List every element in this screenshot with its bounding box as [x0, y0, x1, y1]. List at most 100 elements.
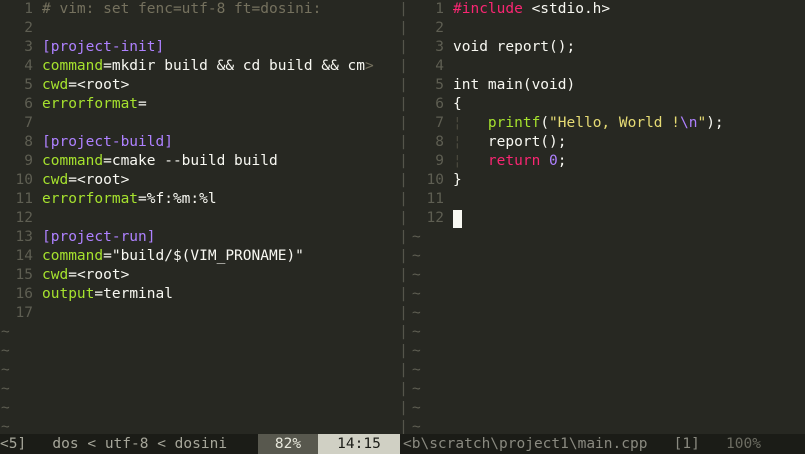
statusline-left-info: <5] dos < utf-8 < dosini — [0, 434, 227, 454]
line-number: 16 — [15, 286, 33, 302]
code-line[interactable]: 9 command=cmake --build build — [0, 152, 396, 171]
code-line[interactable]: 6 errorformat= — [0, 95, 396, 114]
line-number: 8 — [24, 134, 33, 150]
right-split-pane[interactable]: 1 #include <stdio.h> 2 3 void report(); 4 5 int… — [411, 0, 805, 434]
line-number: 8 — [435, 134, 444, 150]
code-token: cmake --build build — [111, 153, 278, 169]
code-token: command — [42, 153, 104, 169]
code-token: <root> — [76, 267, 130, 283]
divider-segment: | — [399, 362, 408, 378]
empty-line-tilde: ~ — [412, 419, 421, 434]
line-number: 10 — [426, 172, 444, 188]
buffer-number: <5] — [0, 436, 27, 452]
scroll-percent: 82% — [258, 434, 318, 454]
code-line[interactable]: 9 ¦ return 0; — [411, 152, 805, 171]
divider-segment: | — [399, 96, 408, 112]
code-line[interactable]: 7 ¦ printf("Hello, World !\n"); — [411, 114, 805, 133]
empty-line-tilde: ~ — [1, 362, 10, 378]
code-line[interactable]: 1 # vim: set fenc=utf-8 ft=dosini: — [0, 0, 396, 19]
line-number: 11 — [15, 191, 33, 207]
filetype-label: dosini — [174, 436, 228, 452]
line-number: 4 — [435, 58, 444, 74]
code-line[interactable]: 5 cwd=<root> — [0, 76, 396, 95]
code-token: void report(); — [453, 39, 576, 55]
code-line[interactable]: 16 output=terminal — [0, 285, 396, 304]
code-line[interactable]: 7 — [0, 114, 396, 133]
code-line[interactable]: 10} — [411, 171, 805, 190]
divider-segment: | — [399, 77, 408, 93]
line-number: 7 — [435, 115, 444, 131]
line-number: 11 — [426, 191, 444, 207]
code-token: command — [42, 248, 104, 264]
line-number: 1 — [435, 1, 444, 17]
code-line[interactable]: 15 cwd=<root> — [0, 266, 396, 285]
code-line[interactable]: 11 — [411, 190, 805, 209]
vim-editor[interactable]: 1 # vim: set fenc=utf-8 ft=dosini: 2 3 [proj… — [0, 0, 805, 435]
divider-segment: | — [399, 343, 408, 359]
code-line[interactable]: 12 — [0, 209, 396, 228]
code-line[interactable]: 6{ — [411, 95, 805, 114]
empty-line-tilde: ~ — [1, 400, 10, 416]
code-line[interactable]: 1 #include <stdio.h> — [411, 0, 805, 19]
code-token: int main(void) — [453, 77, 576, 93]
line-number: 1 — [24, 1, 33, 17]
code-line[interactable]: 5 int main(void) — [411, 76, 805, 95]
divider-segment: | — [399, 229, 408, 245]
divider-segment: | — [399, 153, 408, 169]
line-number: 3 — [435, 39, 444, 55]
empty-line-tilde: ~ — [412, 362, 421, 378]
divider-segment: | — [399, 305, 408, 321]
divider-segment: | — [399, 39, 408, 55]
line-number: 5 — [435, 77, 444, 93]
code-line[interactable]: 13 [project-run] — [0, 228, 396, 247]
right-scroll-percent: 100% — [726, 436, 761, 452]
code-token: "build/$(VIM_PRONAME)" — [111, 248, 304, 264]
code-line[interactable]: 4 command=mkdir build && cd build && cm> — [0, 57, 396, 76]
code-token: ); — [706, 115, 724, 131]
statusline: <5] dos < utf-8 < dosini 82% 14:15 <b\sc… — [0, 434, 805, 454]
code-token: #include — [453, 1, 523, 17]
code-token: errorformat — [42, 96, 139, 112]
line-number: 2 — [435, 20, 444, 36]
code-token: ¦ — [453, 153, 488, 169]
empty-line-tilde: ~ — [412, 324, 421, 340]
empty-line-tilde: ~ — [412, 286, 421, 302]
code-token: terminal — [103, 286, 173, 302]
code-line[interactable]: 3 [project-init] — [0, 38, 396, 57]
code-line[interactable]: 17 — [0, 304, 396, 323]
statusline-right-info: <b\scratch\project1\main.cpp [1] 100% — [403, 434, 761, 454]
code-token: = — [103, 153, 112, 169]
code-token: errorformat — [42, 191, 139, 207]
vertical-split-divider[interactable]: | | | | | | | | | | | | | | | | | | | | | | | — [396, 0, 411, 435]
fileformat-label: dos — [52, 436, 79, 452]
code-token: "Hello, World ! — [549, 115, 680, 131]
code-token: [project-build] — [42, 134, 173, 150]
code-line[interactable]: 8 [project-build] — [0, 133, 396, 152]
code-token: = — [138, 96, 147, 112]
code-line[interactable]: 8 ¦ report(); — [411, 133, 805, 152]
line-number: 15 — [15, 267, 33, 283]
divider-segment: | — [399, 267, 408, 283]
text-cursor — [453, 210, 462, 228]
code-line[interactable]: 3 void report(); — [411, 38, 805, 57]
line-number: 12 — [426, 210, 444, 226]
code-line[interactable]: 2 — [411, 19, 805, 38]
divider-segment: | — [399, 115, 408, 131]
code-line[interactable]: 10 cwd=<root> — [0, 171, 396, 190]
line-number: 17 — [15, 305, 33, 321]
code-line[interactable]: 4 — [411, 57, 805, 76]
left-split-pane[interactable]: 1 # vim: set fenc=utf-8 ft=dosini: 2 3 [proj… — [0, 0, 396, 434]
divider-segment: | — [399, 20, 408, 36]
empty-line-tilde: ~ — [412, 248, 421, 264]
code-line[interactable]: 2 — [0, 19, 396, 38]
code-token: <root> — [76, 172, 130, 188]
divider-segment: | — [399, 286, 408, 302]
code-token: ( — [540, 115, 550, 131]
code-line[interactable]: 11 errorformat=%f:%m:%l — [0, 190, 396, 209]
code-token: \n — [680, 115, 698, 131]
code-line[interactable]: 14 command="build/$(VIM_PRONAME)" — [0, 247, 396, 266]
code-line[interactable]: 12 — [411, 209, 805, 228]
empty-line-tilde: ~ — [412, 400, 421, 416]
code-token: = — [103, 248, 112, 264]
line-number: 14 — [15, 248, 33, 264]
